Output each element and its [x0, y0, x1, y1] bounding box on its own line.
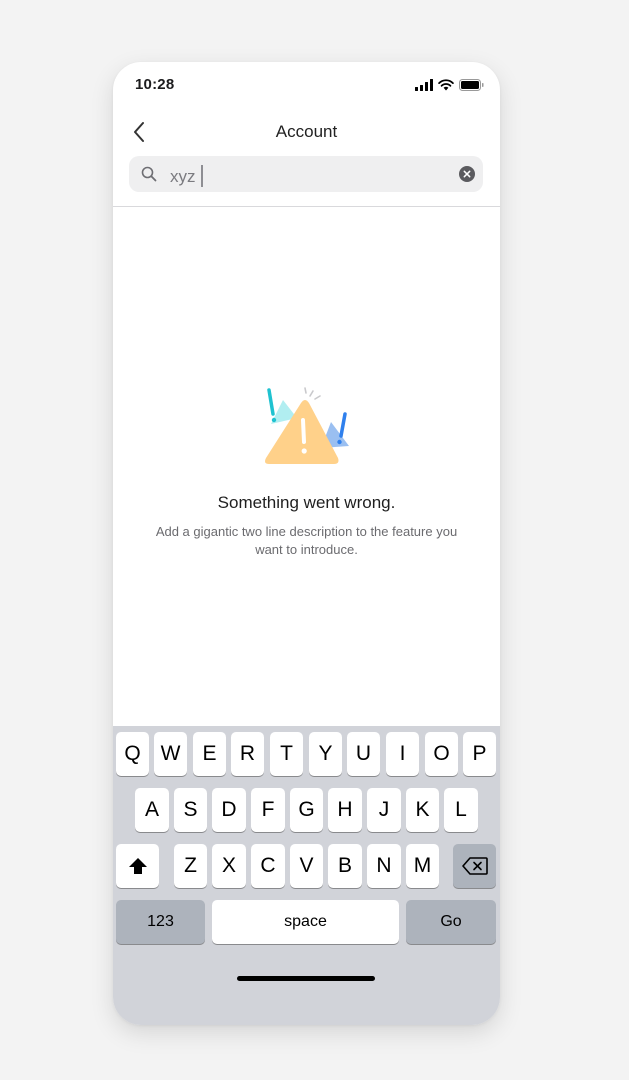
key-y[interactable]: Y [309, 732, 342, 776]
signal-icon [415, 79, 433, 91]
backspace-icon [461, 857, 488, 875]
search-icon [141, 166, 157, 182]
key-k[interactable]: K [406, 788, 439, 832]
status-time: 10:28 [135, 76, 175, 93]
key-v[interactable]: V [290, 844, 323, 888]
key-f[interactable]: F [251, 788, 285, 832]
space-key[interactable]: space [212, 900, 399, 944]
shift-key[interactable] [116, 844, 159, 888]
key-d[interactable]: D [212, 788, 246, 832]
key-i[interactable]: I [386, 732, 419, 776]
empty-state-description: Add a gigantic two line description to t… [137, 523, 476, 559]
key-r[interactable]: R [231, 732, 264, 776]
empty-state-description-line-2: want to introduce. [255, 542, 358, 557]
go-key[interactable]: Go [406, 900, 496, 944]
key-q[interactable]: Q [116, 732, 149, 776]
status-icons [415, 79, 484, 91]
key-x[interactable]: X [212, 844, 246, 888]
keyboard: Q W E R T Y U I O P A S D F G H J K L Z … [113, 726, 500, 1025]
phone-screen: 10:28 Account xyz Something went wrong. … [113, 62, 500, 1025]
home-indicator[interactable] [237, 976, 375, 981]
wifi-icon [438, 79, 454, 91]
text-caret [200, 165, 203, 187]
status-bar: 10:28 [113, 62, 500, 108]
navigation-bar: Account [113, 114, 500, 150]
key-b[interactable]: B [328, 844, 362, 888]
delete-key[interactable] [453, 844, 496, 888]
numbers-key[interactable]: 123 [116, 900, 205, 944]
key-j[interactable]: J [367, 788, 401, 832]
battery-icon [459, 79, 484, 91]
clear-icon[interactable] [459, 166, 475, 182]
empty-state-title: Something went wrong. [217, 493, 396, 512]
key-z[interactable]: Z [174, 844, 207, 888]
search-input-value: xyz [170, 167, 196, 186]
key-m[interactable]: M [406, 844, 439, 888]
key-e[interactable]: E [193, 732, 226, 776]
empty-state-description-line-1: Add a gigantic two line description to t… [155, 524, 458, 539]
search-field[interactable]: xyz [129, 156, 483, 192]
key-s[interactable]: S [174, 788, 207, 832]
key-p[interactable]: P [463, 732, 496, 776]
key-w[interactable]: W [154, 732, 187, 776]
key-c[interactable]: C [251, 844, 285, 888]
key-g[interactable]: G [290, 788, 323, 832]
key-n[interactable]: N [367, 844, 401, 888]
shift-icon [128, 858, 147, 874]
key-u[interactable]: U [347, 732, 380, 776]
key-t[interactable]: T [270, 732, 303, 776]
key-h[interactable]: H [328, 788, 362, 832]
search-input[interactable]: xyz [170, 165, 203, 187]
key-l[interactable]: L [444, 788, 478, 832]
warning-triangle-illustration [265, 387, 349, 464]
page-title: Account [275, 122, 338, 141]
key-a[interactable]: A [135, 788, 169, 832]
header-divider [113, 206, 500, 207]
key-o[interactable]: O [425, 732, 458, 776]
